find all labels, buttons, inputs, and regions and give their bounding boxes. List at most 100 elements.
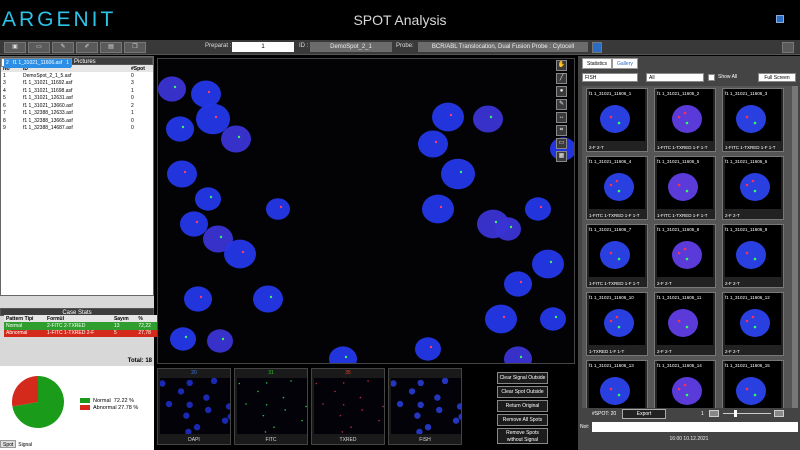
nucleus xyxy=(207,329,233,353)
settings-icon[interactable] xyxy=(782,42,794,53)
signal-spot xyxy=(241,250,245,254)
channel-fish[interactable]: FISH xyxy=(388,368,462,445)
signal-spot xyxy=(554,315,558,319)
case-picture-row[interactable]: 8 f1 1_32388_13665.asf 0 xyxy=(1,117,153,125)
gallery-thumbnail[interactable]: f1 1_31021_11606_4 1-FITC 1-TXRED 1-F 1-T xyxy=(586,156,648,220)
layers-icon[interactable]: ❐ xyxy=(124,42,146,53)
thumbnail-signal: 2-F 2-T xyxy=(589,145,604,150)
stats-row-normal[interactable]: Normal 2-FITC 2-TXRED 13 72,22 xyxy=(4,322,158,330)
channel-strip: 20 DAPI 31 FITC 35 TXRED FISH xyxy=(157,368,465,445)
channel-spot xyxy=(221,417,229,424)
cell-no: 6 xyxy=(3,102,6,109)
export-button[interactable]: Export xyxy=(622,409,666,419)
thumbnail-image xyxy=(657,157,713,209)
note-input[interactable] xyxy=(592,422,798,432)
remove-spots-without-signal-button[interactable]: Remove Spots without Signal xyxy=(497,428,548,444)
gallery-thumbnail[interactable]: f1 1_31021_11606_13 xyxy=(586,360,648,408)
signal-spot xyxy=(677,183,681,187)
case-picture-row[interactable]: 1 DemoSpot_2_1_5.asf 0 xyxy=(1,72,153,80)
pencil-icon[interactable]: ✎ xyxy=(556,99,567,110)
tab-spot[interactable]: Spot xyxy=(0,440,17,448)
case-picture-row[interactable]: 4 f1 1_31021_11698.asf 1 xyxy=(1,87,153,95)
full-screen-button[interactable]: Full Screen xyxy=(758,73,796,82)
clear-signal-outside-button[interactable]: Clear Signal Outside xyxy=(497,372,548,384)
gallery-thumbnail[interactable]: f1 1_31021_11606_12 2-F 2-T xyxy=(722,292,784,356)
gallery-thumbnail[interactable]: f1 1_31021_11606_5 1-FITC 1-TXRED 1-F 1-T xyxy=(654,156,716,220)
gallery-thumbnail[interactable]: f1 1_31021_11606_7 1-FITC 1-TXRED 1-F 1-T xyxy=(586,224,648,288)
gallery-thumbnail[interactable]: f1 1_31021_11606_10 1-TXRED 1-F 1-T xyxy=(586,292,648,356)
case-picture-row[interactable]: 3 f1 1_31021_11692.asf 3 xyxy=(1,80,153,88)
document-icon[interactable]: ▤ xyxy=(100,42,122,53)
tab-signal[interactable]: Signal xyxy=(16,441,35,449)
signal-spot xyxy=(434,140,438,144)
gallery-footer: #SPOT: 20 Export 1 xyxy=(582,408,798,420)
gallery-thumbnail[interactable]: f1 1_31021_11606_1 2-F 2-T xyxy=(586,88,648,152)
case-picture-row[interactable]: 2 f1 1_31021_11606.asf 1 xyxy=(1,58,72,68)
gallery-thumbnail[interactable]: f1 1_31021_11606_8 2-F 2-T xyxy=(654,224,716,288)
cell-spot: 2 xyxy=(131,102,134,109)
print-icon[interactable]: ▣ xyxy=(4,42,26,53)
thumbnail-name: f1 1_31021_11606_13 xyxy=(589,363,634,368)
case-picture-row[interactable]: 7 f1 1_32388_12633.asf 1 xyxy=(1,110,153,118)
nucleus xyxy=(604,309,634,337)
legend-value: 72.22 % xyxy=(113,398,134,404)
filter-select-1[interactable]: FISH xyxy=(582,73,638,82)
brush-icon[interactable]: ╱ xyxy=(556,73,567,84)
remove-all-spots-button[interactable]: Remove All Spots xyxy=(497,414,548,426)
gallery-thumbnail[interactable]: f1 1_31021_11606_15 xyxy=(722,360,784,408)
show-all-checkbox[interactable] xyxy=(708,74,715,81)
microscopy-viewer[interactable] xyxy=(157,58,575,364)
signal-spot xyxy=(439,205,443,209)
dot-icon[interactable]: ● xyxy=(556,86,567,97)
window-button[interactable] xyxy=(776,15,784,23)
zoom-slider-handle[interactable] xyxy=(734,410,737,417)
arrows-icon[interactable]: ↔ xyxy=(556,112,567,123)
signal-spot xyxy=(753,257,757,261)
signal-spot xyxy=(181,125,185,129)
col-pct: % xyxy=(136,315,158,322)
channel-txred[interactable]: 35 TXRED xyxy=(311,368,385,445)
zoom-out-button[interactable] xyxy=(709,410,719,417)
edit-icon[interactable]: ✎ xyxy=(52,42,74,53)
channel-spot xyxy=(408,388,416,395)
app-title: SPOT Analysis xyxy=(353,12,447,28)
signal-spot xyxy=(173,85,177,89)
gallery-thumbnail[interactable]: f1 1_31021_11606_11 2-F 2-T xyxy=(654,292,716,356)
channel-fitc[interactable]: 31 FITC xyxy=(234,368,308,445)
gallery-thumbnail[interactable]: f1 1_31021_11606_2 1-FITC 1-TXRED 1-F 1-T xyxy=(654,88,716,152)
gallery-thumbnail[interactable]: f1 1_31021_11606_9 2-F 2-T xyxy=(722,224,784,288)
zoom-slider[interactable] xyxy=(723,413,771,414)
preparat-label: Preparat : xyxy=(205,43,232,49)
cell-no: 1 xyxy=(3,72,6,79)
probe-edit-icon[interactable] xyxy=(592,42,602,53)
channel-dapi[interactable]: 20 DAPI xyxy=(157,368,231,445)
filter-select-2[interactable]: All xyxy=(646,73,704,82)
tab-statistics[interactable]: Statistics xyxy=(582,58,613,69)
case-picture-row[interactable]: 6 f1 1_31021_13660.asf 2 xyxy=(1,102,153,110)
hand-icon[interactable]: ✋ xyxy=(556,60,567,71)
image-icon[interactable]: ▦ xyxy=(556,151,567,162)
case-picture-row[interactable]: 9 f1 1_32388_14687.asf 0 xyxy=(1,125,153,133)
stats-row-abnormal[interactable]: Abnormal 1-FITC 1-TXRED 2-F 5 27,78 xyxy=(4,329,158,337)
return-original-button[interactable]: Return Original xyxy=(497,400,548,412)
signal-spot xyxy=(539,205,543,209)
gallery-thumbnail[interactable]: f1 1_31021_11606_14 xyxy=(654,360,716,408)
pen-icon[interactable]: ✐ xyxy=(76,42,98,53)
gallery-scrollbar[interactable] xyxy=(792,86,798,408)
clear-spot-outside-button[interactable]: Clear Spot Outside xyxy=(497,386,548,398)
preparat-input[interactable]: 1 xyxy=(232,42,294,52)
channel-count: 31 xyxy=(268,370,274,376)
id-label: ID : xyxy=(299,43,309,49)
case-picture-row[interactable]: 5 f1 1_31021_12631.asf 0 xyxy=(1,95,153,103)
select-icon[interactable]: ▭ xyxy=(556,138,567,149)
zoom-in-button[interactable] xyxy=(774,410,784,417)
cell-id: f1 1_31021_13660.asf xyxy=(23,102,73,109)
gallery-thumbnail[interactable]: f1 1_31021_11606_3 1-FITC 1-TXRED 1-F 1-T xyxy=(722,88,784,152)
crop-icon[interactable]: ⌗ xyxy=(556,125,567,136)
thumbnail-signal: 2-F 2-T xyxy=(725,281,740,286)
channel-spot xyxy=(203,394,210,401)
cell-image[interactable] xyxy=(158,59,575,364)
open-folder-icon[interactable]: ▭ xyxy=(28,42,50,53)
tab-gallery[interactable]: Gallery xyxy=(612,58,638,69)
gallery-thumbnail[interactable]: f1 1_31021_11606_6 2-F 2-T xyxy=(722,156,784,220)
